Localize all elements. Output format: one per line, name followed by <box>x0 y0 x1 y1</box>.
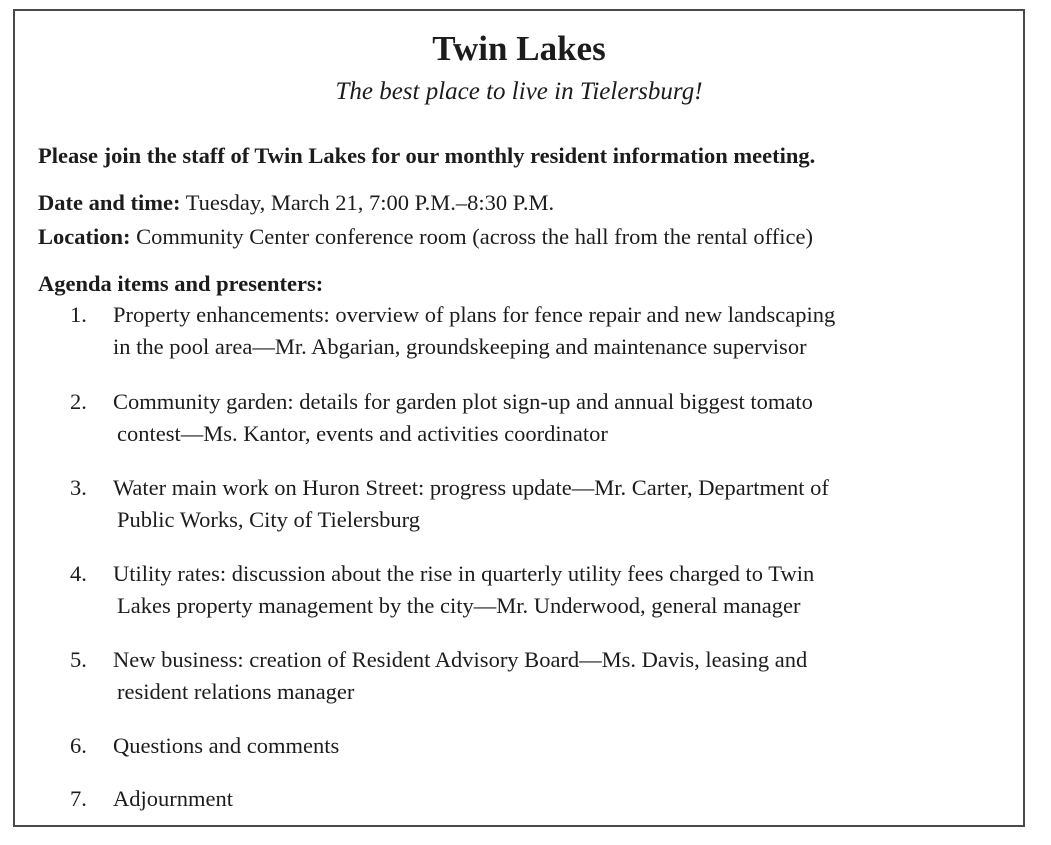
notice-title: Twin Lakes <box>432 29 606 68</box>
agenda-item-text-cont: Public Works, City of Tielersburg <box>117 507 421 532</box>
location-value: Community Center conference room (across… <box>130 224 813 249</box>
notice-subtitle: The best place to live in Tielersburg! <box>335 78 703 105</box>
date-label: Date and time: <box>38 190 181 215</box>
agenda-item-number: 6. <box>70 733 87 758</box>
agenda-item-number: 4. <box>70 561 87 586</box>
agenda-item-text: New business: creation of Resident Advis… <box>113 647 808 672</box>
agenda-item-text-cont: resident relations manager <box>117 679 355 704</box>
agenda-item-text: Community garden: details for garden plo… <box>113 389 813 414</box>
agenda-item-text-cont: contest—Ms. Kantor, events and activitie… <box>117 421 608 446</box>
agenda-item-text: Utility rates: discussion about the rise… <box>113 561 815 586</box>
agenda-item-text: Water main work on Huron Street: progres… <box>113 475 829 500</box>
agenda-item-number: 5. <box>70 647 87 672</box>
location-label: Location: <box>38 224 131 249</box>
agenda-item-text: Questions and comments <box>113 733 340 758</box>
agenda-item-number: 1. <box>70 302 87 327</box>
agenda-item-text-cont: in the pool area—Mr. Abgarian, groundske… <box>113 334 807 359</box>
invitation-text: Please join the staff of Twin Lakes for … <box>38 143 816 168</box>
agenda-item-number: 2. <box>70 389 87 414</box>
agenda-item-text: Adjournment <box>113 786 233 811</box>
agenda-item-number: 7. <box>70 786 87 811</box>
date-value: Tuesday, March 21, 7:00 P.M.–8:30 P.M. <box>180 190 555 215</box>
notice-box: Twin Lakes The best place to live in Tie… <box>13 9 1025 827</box>
date-line: Date and time: Tuesday, March 21, 7:00 P… <box>38 188 554 218</box>
agenda-heading: Agenda items and presenters: <box>38 271 324 296</box>
agenda-item-text-cont: Lakes property management by the city—Mr… <box>117 593 801 618</box>
location-line: Location: Community Center conference ro… <box>38 222 813 252</box>
agenda-item-text: Property enhancements: overview of plans… <box>113 302 836 327</box>
agenda-item-number: 3. <box>70 475 87 500</box>
